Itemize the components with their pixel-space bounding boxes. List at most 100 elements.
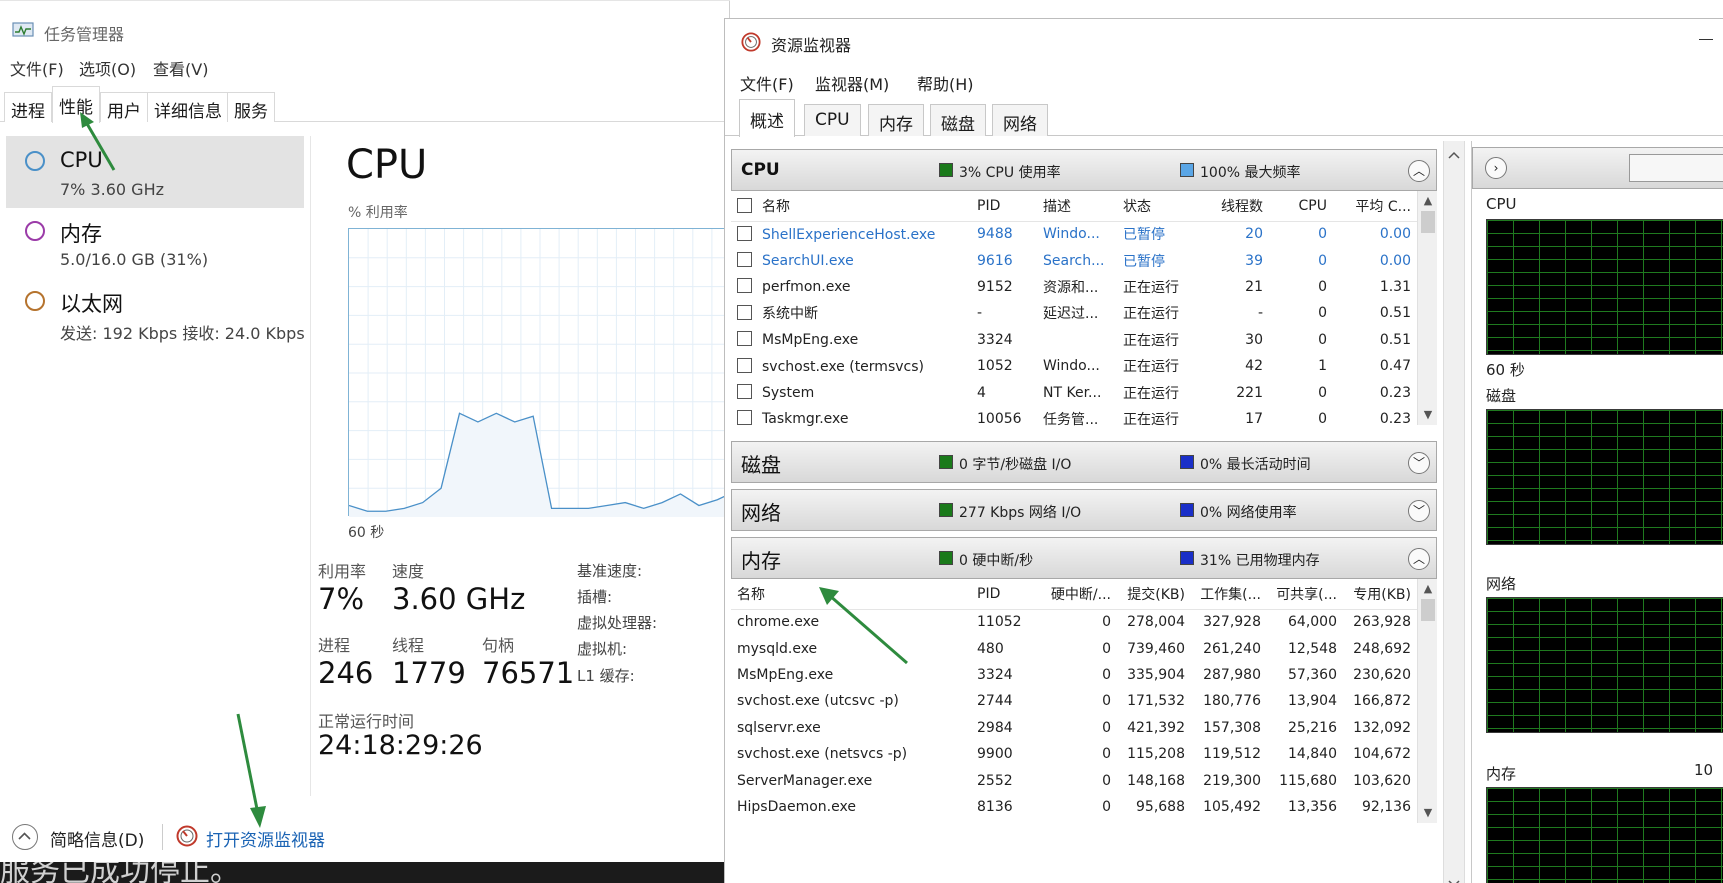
scroll-up-icon[interactable]: ▲ (1422, 583, 1434, 595)
scroll-down-icon[interactable]: ▼ (1422, 807, 1434, 819)
menu-monitor[interactable]: 监视器(M) (815, 71, 889, 95)
table-row[interactable]: SearchUI.exe 9616 Search... 已暂停 39 0 0.00 (731, 247, 1417, 273)
menu-options[interactable]: 选项(O) (79, 56, 136, 80)
column-header-name[interactable]: 名称 (731, 191, 971, 222)
column-header-description[interactable]: 描述 (1037, 191, 1117, 222)
scroll-down-icon[interactable]: ▼ (1422, 409, 1434, 421)
row-checkbox[interactable] (737, 410, 752, 426)
working-set-cell: 119,512 (1203, 746, 1261, 763)
tab-overview[interactable]: 概述 (739, 99, 795, 137)
menu-file[interactable]: 文件(F) (10, 56, 64, 80)
tab-users[interactable]: 用户 (100, 92, 148, 122)
column-header-average-cpu[interactable]: 平均 C... (1333, 191, 1417, 222)
column-header-threads[interactable]: 线程数 (1195, 191, 1269, 222)
fewer-details-link[interactable]: 简略信息(D) (50, 826, 144, 851)
scroll-down-icon[interactable] (1444, 873, 1464, 883)
row-checkbox[interactable] (737, 384, 752, 400)
cpu-table-scrollbar[interactable]: ▲ ▼ (1417, 191, 1437, 425)
table-row[interactable]: svchost.exe (netsvcs -p) 9900 0 115,208 119,… (731, 741, 1417, 767)
table-row[interactable]: 系统中断 - 延迟过... 正在运行 -0 0.51 (731, 300, 1417, 326)
views-dropdown[interactable] (1629, 154, 1723, 182)
memory-table-scrollbar[interactable]: ▲ ▼ (1417, 579, 1437, 823)
collapse-chevron-up-icon[interactable]: ︿ (1408, 548, 1430, 570)
open-resource-monitor-link[interactable]: 打开资源监视器 (206, 826, 325, 851)
column-header-working-set[interactable]: 工作集(... (1191, 579, 1267, 610)
table-row[interactable]: HipsDaemon.exe 8136 0 95,688 105,492 13,356 92… (731, 794, 1417, 820)
menu-file[interactable]: 文件(F) (740, 71, 794, 95)
scroll-up-icon[interactable]: ▲ (1422, 195, 1434, 207)
menu-help[interactable]: 帮助(H) (917, 71, 974, 95)
column-header-commit[interactable]: 提交(KB) (1117, 579, 1191, 610)
column-header-private[interactable]: 专用(KB) (1343, 579, 1417, 610)
overview-scrollbar[interactable] (1443, 141, 1465, 883)
collapse-chevron-up-icon[interactable] (12, 824, 38, 850)
cpu-section-header[interactable]: CPU 3% CPU 使用率 100% 最大频率 ︿ (731, 149, 1437, 191)
table-row[interactable]: Taskmgr.exe 10056 任务管... 正在运行 17 0 0.23 (731, 406, 1417, 432)
process-name-cell[interactable]: MsMpEng.exe (731, 327, 971, 353)
process-name-cell[interactable]: SearchUI.exe (731, 247, 971, 273)
process-name-cell[interactable]: ShellExperienceHost.exe (731, 221, 971, 247)
expand-pane-chevron-right-icon[interactable]: › (1485, 157, 1507, 179)
sidebar-item-ethernet[interactable]: 以太网 发送: 192 Kbps 接收: 24.0 Kbps (6, 276, 305, 348)
tab-cpu[interactable]: CPU (804, 104, 861, 136)
spec-virtual-processors-label: 虚拟处理器: (577, 614, 658, 632)
column-header-cpu[interactable]: CPU (1269, 191, 1333, 222)
tab-details[interactable]: 详细信息 (147, 92, 229, 122)
table-header-row: 名称 PID 硬中断/... 提交(KB) 工作集(... 可共享(... 专用… (731, 579, 1417, 610)
tab-services[interactable]: 服务 (227, 92, 275, 122)
select-all-checkbox[interactable] (737, 197, 752, 213)
threads-cell: 39 (1245, 252, 1263, 269)
collapse-chevron-up-icon[interactable]: ︿ (1408, 160, 1430, 182)
row-checkbox[interactable] (737, 225, 752, 241)
expand-chevron-down-icon[interactable]: ﹀ (1408, 500, 1430, 522)
table-row[interactable]: mysqld.exe 480 0 739,460 261,240 12,548 248,69… (731, 635, 1417, 661)
table-row[interactable]: perfmon.exe 9152 资源和... 正在运行 21 0 1.31 (731, 274, 1417, 300)
sidebar-item-memory[interactable]: 内存 5.0/16.0 GB (31%) (6, 206, 304, 278)
tab-disk[interactable]: 磁盘 (930, 104, 986, 136)
description-cell (1037, 327, 1117, 353)
sidebar-item-cpu[interactable]: CPU 7% 3.60 GHz (6, 136, 304, 208)
table-row[interactable]: MsMpEng.exe 3324 0 335,904 287,980 57,360 230,… (731, 662, 1417, 688)
table-row[interactable]: System 4 NT Ker... 正在运行 221 0 0.23 (731, 379, 1417, 405)
column-header-shareable[interactable]: 可共享(... (1267, 579, 1343, 610)
scrollbar-thumb[interactable] (1421, 211, 1435, 233)
process-name-cell[interactable]: svchost.exe (termsvcs) (731, 353, 971, 379)
process-name-cell[interactable]: Taskmgr.exe (731, 406, 971, 432)
row-checkbox[interactable] (737, 278, 752, 294)
working-set-cell: 327,928 (1203, 614, 1261, 631)
table-row[interactable]: chrome.exe 11052 0 278,004 327,928 64,000 263,… (731, 609, 1417, 635)
table-row[interactable]: MsMpEng.exe 3324 正在运行 30 0 0.51 (731, 327, 1417, 353)
table-row[interactable]: svchost.exe (utcsvc -p) 2744 0 171,532 180,7… (731, 688, 1417, 714)
network-section-header[interactable]: 网络 277 Kbps 网络 I/O 0% 网络使用率 ﹀ (731, 489, 1437, 531)
column-header-pid[interactable]: PID (971, 579, 1037, 610)
row-checkbox[interactable] (737, 305, 752, 321)
column-header-status[interactable]: 状态 (1117, 191, 1195, 222)
process-name-cell[interactable]: 系统中断 (731, 300, 971, 326)
table-row[interactable]: ServerManager.exe 2552 0 148,168 219,300 115,… (731, 767, 1417, 793)
table-row[interactable]: ShellExperienceHost.exe 9488 Windo... 已暂停 20… (731, 221, 1417, 247)
tab-processes[interactable]: 进程 (4, 92, 52, 122)
tab-performance[interactable]: 性能 (52, 86, 100, 123)
memory-section-header[interactable]: 内存 0 硬中断/秒 31% 已用物理内存 ︿ (731, 537, 1437, 579)
threads-value: 1779 (392, 656, 466, 690)
threads-cell: - (1257, 305, 1263, 322)
column-header-name[interactable]: 名称 (731, 579, 971, 610)
column-header-hard-faults[interactable]: 硬中断/... (1037, 579, 1117, 610)
expand-chevron-down-icon[interactable]: ﹀ (1408, 452, 1430, 474)
column-header-pid[interactable]: PID (971, 191, 1037, 222)
scrollbar-thumb[interactable] (1421, 599, 1435, 621)
disk-section-header[interactable]: 磁盘 0 字节/秒磁盘 I/O 0% 最长活动时间 ﹀ (731, 441, 1437, 483)
process-name-cell[interactable]: System (731, 379, 971, 405)
table-row[interactable]: svchost.exe (termsvcs) 1052 Windo... 正在运行 42… (731, 353, 1417, 379)
tab-memory[interactable]: 内存 (868, 104, 924, 136)
minimize-icon[interactable] (1699, 39, 1713, 40)
table-row[interactable]: sqlservr.exe 2984 0 421,392 157,308 25,216 132… (731, 715, 1417, 741)
menu-view[interactable]: 查看(V) (153, 56, 208, 80)
tab-network[interactable]: 网络 (992, 104, 1048, 136)
process-name-cell[interactable]: perfmon.exe (731, 274, 971, 300)
row-checkbox[interactable] (737, 357, 752, 373)
private-cell: 104,672 (1353, 746, 1411, 763)
row-checkbox[interactable] (737, 331, 752, 347)
row-checkbox[interactable] (737, 252, 752, 268)
scroll-up-icon[interactable] (1444, 145, 1464, 165)
